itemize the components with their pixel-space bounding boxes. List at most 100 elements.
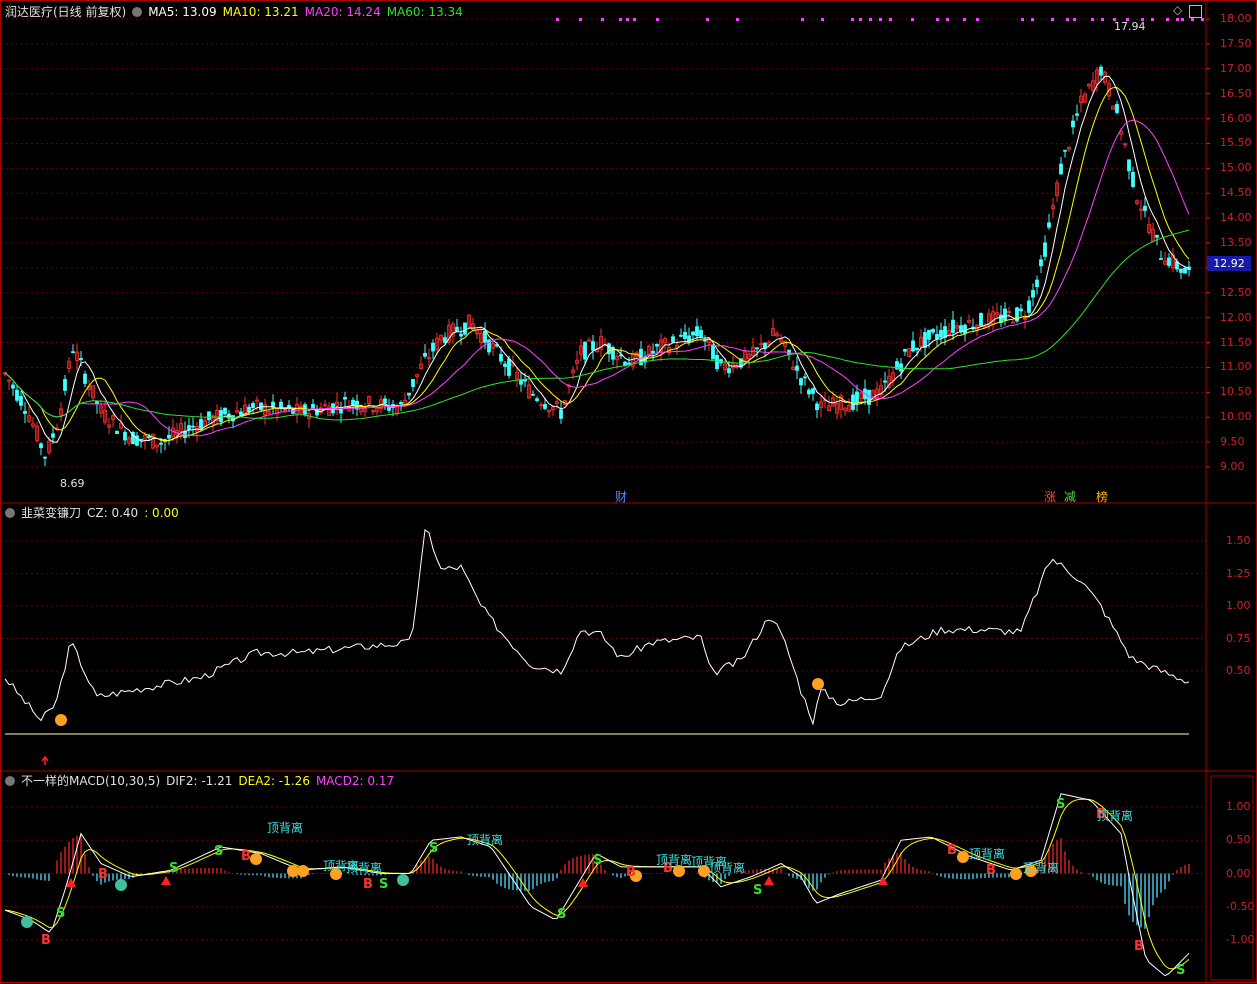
candle-body xyxy=(1155,234,1159,238)
signal-dot xyxy=(1073,18,1076,21)
signal-dot xyxy=(963,18,966,21)
candle-body xyxy=(655,343,659,347)
signal-dot xyxy=(1191,18,1194,21)
macd-tick-label: 0.50 xyxy=(1226,833,1251,847)
stock-title[interactable]: 润达医疗(日线 前复权) xyxy=(5,5,126,19)
macd-title[interactable]: 不一样的MACD(10,30,5) xyxy=(21,774,160,788)
candle-body xyxy=(899,363,903,372)
candle-body xyxy=(559,409,563,419)
price-tick-label: 11.50 xyxy=(1220,335,1252,349)
candle-body xyxy=(83,373,87,384)
candle-body xyxy=(851,394,855,410)
signal-dot xyxy=(1166,18,1169,21)
diamond-icon[interactable]: ◇ xyxy=(1173,3,1182,17)
candle-body xyxy=(411,379,415,387)
candle-body xyxy=(63,379,67,391)
dea-line xyxy=(4,798,1190,970)
sell-signal-label: S xyxy=(753,883,763,898)
event-jian-marker[interactable]: 减 xyxy=(1064,488,1076,505)
candle-body xyxy=(1115,104,1119,113)
candle-body xyxy=(443,337,447,344)
divergence-marker xyxy=(250,853,262,865)
candle-body xyxy=(923,332,927,348)
candle-body xyxy=(1047,222,1051,228)
candle-body xyxy=(1131,171,1135,187)
candle-body xyxy=(807,389,811,395)
candle-body xyxy=(423,352,427,357)
price-tick-label: 15.50 xyxy=(1220,136,1252,150)
candle-body xyxy=(591,341,595,351)
dropdown-icon[interactable] xyxy=(132,6,143,17)
sell-signal-label: S xyxy=(1176,963,1186,978)
signal-dot xyxy=(1091,18,1094,21)
candle-body xyxy=(51,433,55,438)
buy-signal-label: B xyxy=(1134,939,1144,954)
macd-tick-label: 1.00 xyxy=(1226,800,1251,813)
price-tick-label: 10.50 xyxy=(1220,385,1252,399)
candle-body xyxy=(543,404,547,409)
dropdown-icon[interactable] xyxy=(5,775,15,786)
cz-panel-header: 韭菜变镰刀 CZ: 0.40: 0.00 xyxy=(5,504,185,522)
event-zhang-marker[interactable]: 涨 xyxy=(1044,488,1056,505)
sell-signal-label: S xyxy=(429,841,439,856)
candle-body xyxy=(1063,149,1067,152)
signal-dot xyxy=(976,18,979,21)
signal-dot xyxy=(851,18,854,21)
price-tick-label: 14.00 xyxy=(1220,211,1252,225)
price-tick-label: 18.00 xyxy=(1220,12,1252,25)
price-tick-label: 10.00 xyxy=(1220,410,1252,424)
candle-body xyxy=(147,435,151,439)
price-tick-label: 11.00 xyxy=(1220,360,1252,374)
macd-panel-header: 不一样的MACD(10,30,5) DIF2: -1.21 DEA2: -1.26 M… xyxy=(5,772,400,790)
candle-body xyxy=(691,331,695,336)
candle-body xyxy=(15,389,19,401)
price-tick-label: 9.00 xyxy=(1220,460,1245,473)
candle-body xyxy=(383,398,387,404)
candle-body xyxy=(251,403,255,409)
price-tick-label: 16.50 xyxy=(1220,86,1252,100)
signal-dot xyxy=(801,18,804,21)
candle-body xyxy=(167,434,171,439)
cz-tick-label: 1.00 xyxy=(1226,599,1251,612)
cz-up-marker xyxy=(55,714,67,726)
candle-body xyxy=(247,406,251,413)
window-box-icon[interactable] xyxy=(1189,5,1202,18)
signal-dot xyxy=(1151,18,1154,21)
event-cai-marker[interactable]: 财 xyxy=(615,488,627,505)
low-price-label: 8.69 xyxy=(60,477,85,490)
bottom-marker xyxy=(21,916,33,928)
candle-body xyxy=(535,398,539,402)
candle-body xyxy=(931,329,935,333)
buy-signal-label: B xyxy=(626,865,636,880)
signal-dot xyxy=(1066,18,1069,21)
candle-body xyxy=(883,380,887,383)
price-tick-label: 15.00 xyxy=(1220,161,1252,175)
signal-dot xyxy=(859,18,862,21)
signal-dot xyxy=(579,18,582,21)
signal-dot xyxy=(869,18,872,21)
candle-body xyxy=(699,330,703,338)
candle-body xyxy=(903,349,907,352)
dif-line xyxy=(4,793,1190,977)
signal-dot xyxy=(1181,18,1184,21)
divergence-label: 顶背离 xyxy=(267,821,304,835)
divergence-marker xyxy=(1010,868,1022,880)
candle-body xyxy=(23,410,27,414)
candle-body xyxy=(499,354,503,362)
divergence-label: 顶背离 xyxy=(1097,809,1134,823)
candle-body xyxy=(583,341,587,360)
dropdown-icon[interactable] xyxy=(5,507,15,518)
candle-body xyxy=(1159,258,1163,260)
cz-title[interactable]: 韭菜变镰刀 xyxy=(21,506,81,520)
price-tick-label: 12.00 xyxy=(1220,310,1252,324)
event-bang-marker[interactable]: 榜 xyxy=(1096,488,1108,505)
candle-body xyxy=(223,407,227,415)
divergence-label: 顶背离 xyxy=(467,833,504,847)
candle-body xyxy=(799,378,803,386)
candle-body xyxy=(1035,279,1039,288)
candle-body xyxy=(1059,163,1063,175)
candle-body xyxy=(431,342,435,352)
ma5-label: MA5: 13.09 xyxy=(148,5,217,19)
price-tick-label: 16.00 xyxy=(1220,111,1252,125)
signal-dot xyxy=(821,18,824,21)
